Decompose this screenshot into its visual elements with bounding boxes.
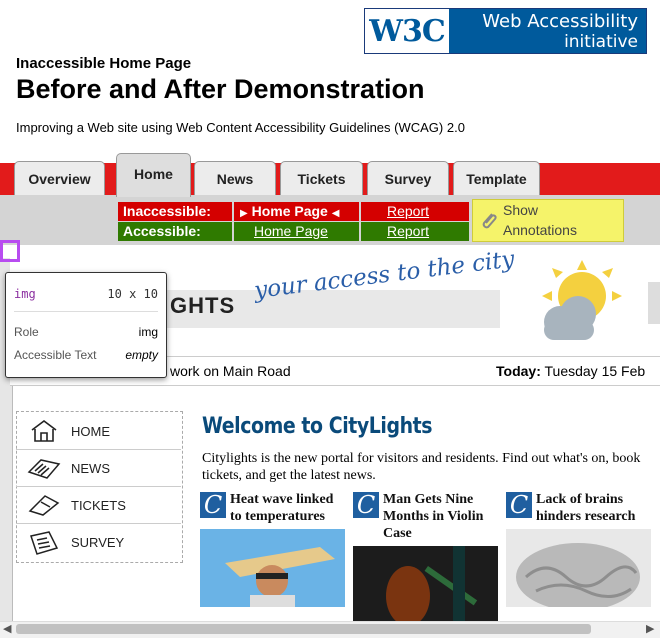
page-title: Before and After Demonstration: [16, 74, 425, 104]
menu-item-tickets[interactable]: TICKETS: [16, 487, 181, 524]
ticker-date: Today: Tuesday 15 Feb: [496, 363, 645, 379]
tab-tickets[interactable]: Tickets: [280, 161, 363, 195]
accessible-report-link[interactable]: Report: [387, 223, 429, 239]
tab-survey[interactable]: Survey: [367, 161, 449, 195]
news-card-headline[interactable]: Lack of brains hinders research: [536, 491, 651, 525]
inaccessible-report-cell: Report: [361, 202, 469, 221]
menu-label-home: HOME: [71, 423, 110, 439]
menu-item-news[interactable]: NEWS: [16, 450, 181, 487]
citylights-c-icon: C: [506, 492, 532, 518]
site-logo-text: GHTS: [170, 293, 236, 318]
tooltip-text-label: Accessible Text: [14, 348, 97, 362]
menu-item-home[interactable]: HOME: [16, 413, 181, 450]
ticker-headline[interactable]: work on Main Road: [170, 363, 291, 379]
inspector-tooltip: img 10 x 10 Role img Accessible Text emp…: [5, 272, 167, 378]
tooltip-size: 10 x 10: [107, 287, 158, 301]
news-card[interactable]: C Heat wave linked to temperatures: [200, 491, 345, 627]
annotations-line2: Annotations: [503, 222, 577, 238]
tab-home[interactable]: Home: [116, 153, 191, 197]
w3c-mark: W3C: [369, 13, 445, 49]
page-kicker: Inaccessible Home Page: [16, 55, 192, 72]
tooltip-role-value: img: [138, 325, 158, 339]
tooltip-role-label: Role: [14, 325, 39, 339]
show-annotations-button[interactable]: Show Annotations: [472, 199, 624, 242]
tab-overview[interactable]: Overview: [14, 161, 105, 195]
menu-label-news: NEWS: [71, 460, 110, 476]
news-card-headline[interactable]: Heat wave linked to temperatures: [230, 491, 345, 525]
scrollbar-thumb[interactable]: [16, 624, 591, 634]
news-card[interactable]: C Lack of brains hinders research: [506, 491, 651, 627]
wai-line1: Web Accessibility: [482, 11, 638, 32]
wai-line2: initiative: [564, 32, 638, 52]
violin-photo: [353, 546, 498, 624]
news-card-header: C Heat wave linked to temperatures: [200, 491, 345, 525]
news-card-headline[interactable]: Man Gets Nine Months in Violin Case: [383, 491, 498, 542]
news-card[interactable]: C Man Gets Nine Months in Violin Case: [353, 491, 498, 627]
scroll-right-icon[interactable]: ▶: [646, 622, 654, 635]
tooltip-divider: [14, 311, 158, 312]
tooltip-text-value: empty: [125, 348, 158, 362]
news-card-header: C Lack of brains hinders research: [506, 491, 651, 525]
wai-text: Web Accessibility initiative: [449, 9, 646, 53]
banner-right-edge: [648, 282, 660, 324]
paperclip-icon: [482, 213, 497, 229]
accessible-page-cell: Home Page: [234, 222, 359, 241]
citylights-c-icon: C: [200, 492, 226, 518]
news-card-header: C Man Gets Nine Months in Violin Case: [353, 491, 498, 542]
annotations-line1: Show: [503, 202, 539, 218]
citylights-c-icon: C: [353, 492, 379, 518]
w3c-wai-logo[interactable]: W3C Web Accessibility initiative: [364, 8, 647, 54]
newspaper-icon: [16, 456, 71, 480]
intro-text: Citylights is the new portal for visitor…: [202, 451, 641, 483]
tab-template[interactable]: Template: [453, 161, 540, 195]
today-label: Today:: [496, 363, 541, 379]
inaccessible-report-link[interactable]: Report: [387, 203, 429, 219]
scroll-left-icon[interactable]: ◀: [3, 622, 11, 635]
survey-icon: [16, 530, 71, 556]
accessible-report-cell: Report: [361, 222, 469, 241]
inspector-selection-box: [0, 240, 20, 262]
accessible-label: Accessible:: [118, 222, 232, 241]
today-value: Tuesday 15 Feb: [544, 363, 646, 379]
menu-label-tickets: TICKETS: [71, 497, 126, 513]
menu-item-survey[interactable]: SURVEY: [16, 524, 181, 561]
arrow-right-icon: ▶: [240, 208, 248, 219]
ticket-icon: [16, 493, 71, 517]
inaccessible-page-label: Home Page: [251, 203, 328, 219]
tab-news[interactable]: News: [194, 161, 276, 195]
welcome-heading: Welcome to CityLights: [202, 414, 433, 439]
accessible-home-link[interactable]: Home Page: [254, 223, 328, 239]
heatwave-photo: [200, 529, 345, 607]
brain-photo: [506, 529, 651, 607]
home-icon: [16, 419, 71, 443]
inaccessible-current: ▶ Home Page ◀: [234, 202, 359, 221]
inaccessible-label: Inaccessible:: [118, 202, 232, 221]
weather-sun-cloud-icon: [542, 260, 622, 340]
arrow-left-icon: ◀: [331, 208, 340, 219]
page-subtitle: Improving a Web site using Web Content A…: [16, 120, 465, 135]
tooltip-element: img: [14, 287, 36, 301]
menu-label-survey: SURVEY: [71, 535, 125, 550]
